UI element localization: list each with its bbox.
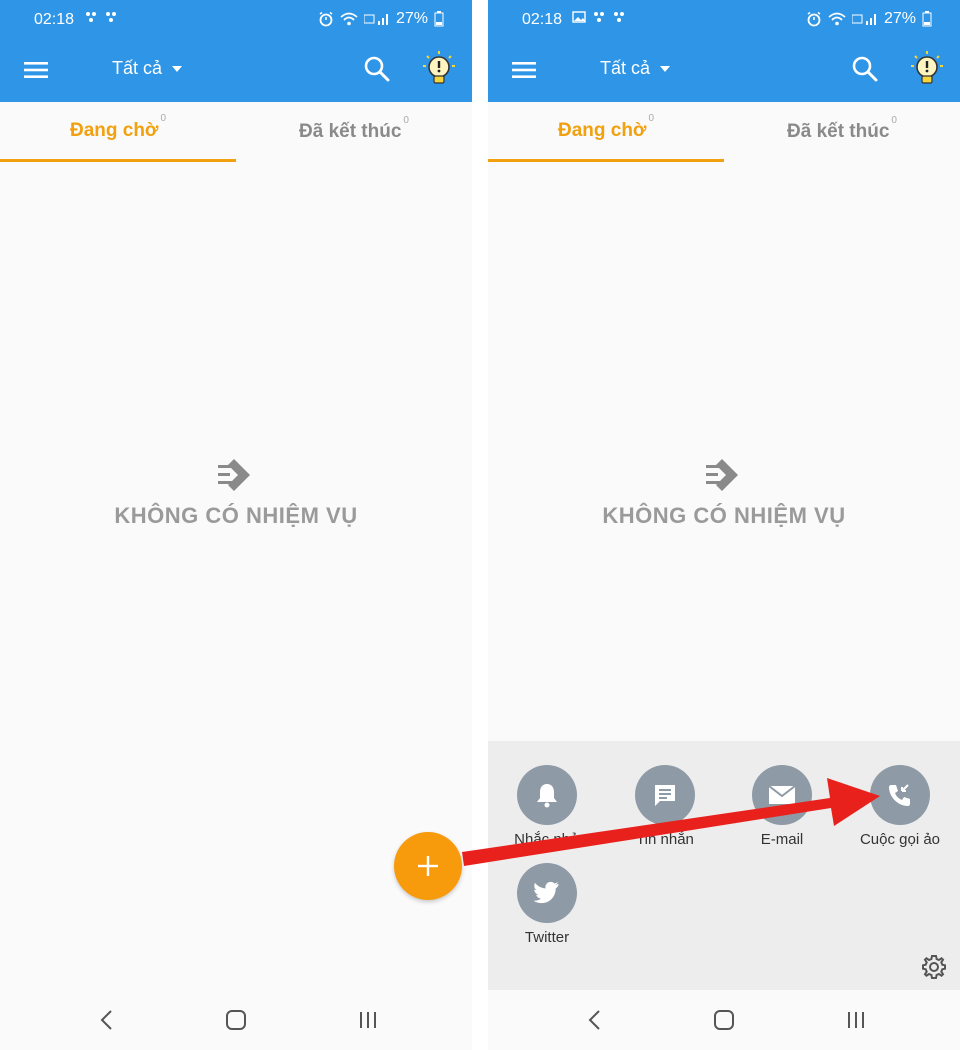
- status-time: 02:18: [34, 11, 75, 28]
- action-reminder[interactable]: Nhắc nhở: [488, 765, 607, 848]
- empty-message: KHÔNG CÓ NHIỆM VỤ: [602, 503, 846, 528]
- gear-icon[interactable]: [920, 953, 948, 981]
- recents-icon: [848, 1012, 864, 1028]
- filter-label: Tất cả: [112, 58, 163, 78]
- dropdown-caret-icon: [172, 65, 183, 72]
- recents-icon: [360, 1012, 376, 1028]
- tab-finished[interactable]: Đã kết thúc 0: [724, 102, 960, 162]
- lightbulb-icon[interactable]: [910, 50, 944, 88]
- lte-signal-icon: [851, 14, 876, 25]
- system-nav-bar: [488, 990, 960, 1050]
- action-label: E-mail: [760, 831, 804, 848]
- app-bar: Tất cả: [488, 40, 960, 102]
- tab-label: Đã kết thúc: [787, 121, 890, 142]
- empty-message: KHÔNG CÓ NHIỆM VỤ: [114, 503, 358, 528]
- app-bar: Tất cả: [0, 40, 472, 102]
- tab-label: Đã kết thúc: [299, 121, 402, 142]
- alarm-icon: [319, 11, 333, 27]
- status-time: 02:18: [522, 11, 563, 28]
- signal-dots-icon: [614, 12, 624, 22]
- wifi-icon: [340, 12, 358, 26]
- forward-arrow-icon: [218, 459, 250, 491]
- add-task-sheet: Nhắc nhở Tin nhắn E-mail Cuộc gọi ảo Twi…: [488, 741, 960, 990]
- action-twitter[interactable]: Twitter: [488, 863, 607, 946]
- tab-pending[interactable]: Đang chờ 0: [0, 102, 236, 162]
- action-label: Tin nhắn: [636, 831, 694, 848]
- phone-call-icon: [889, 784, 910, 806]
- tab-finished[interactable]: Đã kết thúc 0: [236, 102, 472, 162]
- phone-screen-left: 02:18 27% Tất cả Đang chờ 0 Đã kết thúc …: [0, 0, 472, 1050]
- battery-icon: [922, 11, 932, 27]
- tab-count: 0: [403, 114, 409, 126]
- status-bar: 02:18 27%: [488, 0, 960, 40]
- tab-pending[interactable]: Đang chờ 0: [488, 102, 724, 162]
- filter-dropdown[interactable]: Tất cả: [112, 58, 183, 79]
- action-label: Cuộc gọi ảo: [859, 831, 941, 848]
- status-bar: 02:18 27%: [0, 0, 472, 40]
- search-icon[interactable]: [850, 54, 880, 84]
- back-button[interactable]: [574, 1004, 614, 1036]
- tab-label: Đang chờ: [557, 119, 647, 141]
- tab-label: Đang chờ: [69, 119, 159, 141]
- twitter-icon: [533, 881, 559, 904]
- lte-signal-icon: [363, 14, 388, 25]
- battery-level: 27%: [395, 10, 428, 27]
- action-email[interactable]: E-mail: [722, 765, 842, 848]
- gallery-icon: [572, 11, 586, 23]
- tab-count: 0: [891, 114, 897, 126]
- bell-icon: [537, 784, 557, 808]
- system-nav-bar: [0, 990, 472, 1050]
- phone-screen-right: 02:18 27% Tất cả Đang chờ 0 Đã kết thúc: [488, 0, 960, 1050]
- signal-dots-icon: [594, 12, 604, 22]
- message-icon: [655, 785, 675, 806]
- recents-button[interactable]: [836, 1004, 876, 1036]
- home-button[interactable]: [704, 1004, 744, 1036]
- action-fake-call[interactable]: Cuộc gọi ảo: [840, 765, 960, 848]
- plus-icon: [418, 856, 438, 876]
- dropdown-caret-icon: [660, 65, 671, 72]
- filter-label: Tất cả: [600, 58, 651, 78]
- action-label: Twitter: [524, 929, 570, 946]
- empty-state: KHÔNG CÓ NHIỆM VỤ: [488, 455, 960, 529]
- tab-count: 0: [160, 113, 167, 124]
- task-tabs: Đang chờ 0 Đã kết thúc 0: [488, 102, 960, 162]
- hamburger-menu-icon[interactable]: [22, 56, 50, 84]
- home-icon: [714, 1010, 734, 1030]
- alarm-icon: [807, 11, 821, 27]
- forward-arrow-icon: [706, 459, 738, 491]
- search-icon[interactable]: [362, 54, 392, 84]
- action-label: Nhắc nhở: [514, 831, 580, 848]
- recents-button[interactable]: [348, 1004, 388, 1036]
- hamburger-menu-icon[interactable]: [510, 56, 538, 84]
- tab-count: 0: [648, 113, 655, 124]
- lightbulb-icon[interactable]: [422, 50, 456, 88]
- home-button[interactable]: [216, 1004, 256, 1036]
- wifi-icon: [828, 12, 846, 26]
- filter-dropdown[interactable]: Tất cả: [600, 58, 671, 79]
- signal-dots-icon: [86, 12, 96, 22]
- back-button[interactable]: [86, 1004, 126, 1036]
- email-icon: [768, 785, 796, 804]
- back-chevron-icon: [588, 1010, 600, 1030]
- task-tabs: Đang chờ 0 Đã kết thúc 0: [0, 102, 472, 162]
- battery-level: 27%: [883, 10, 916, 27]
- battery-icon: [434, 11, 444, 27]
- add-task-button[interactable]: [394, 832, 462, 900]
- empty-state: KHÔNG CÓ NHIỆM VỤ: [0, 455, 472, 529]
- signal-dots-icon: [106, 12, 116, 22]
- home-icon: [226, 1010, 246, 1030]
- back-chevron-icon: [100, 1010, 112, 1030]
- action-message[interactable]: Tin nhắn: [605, 765, 725, 848]
